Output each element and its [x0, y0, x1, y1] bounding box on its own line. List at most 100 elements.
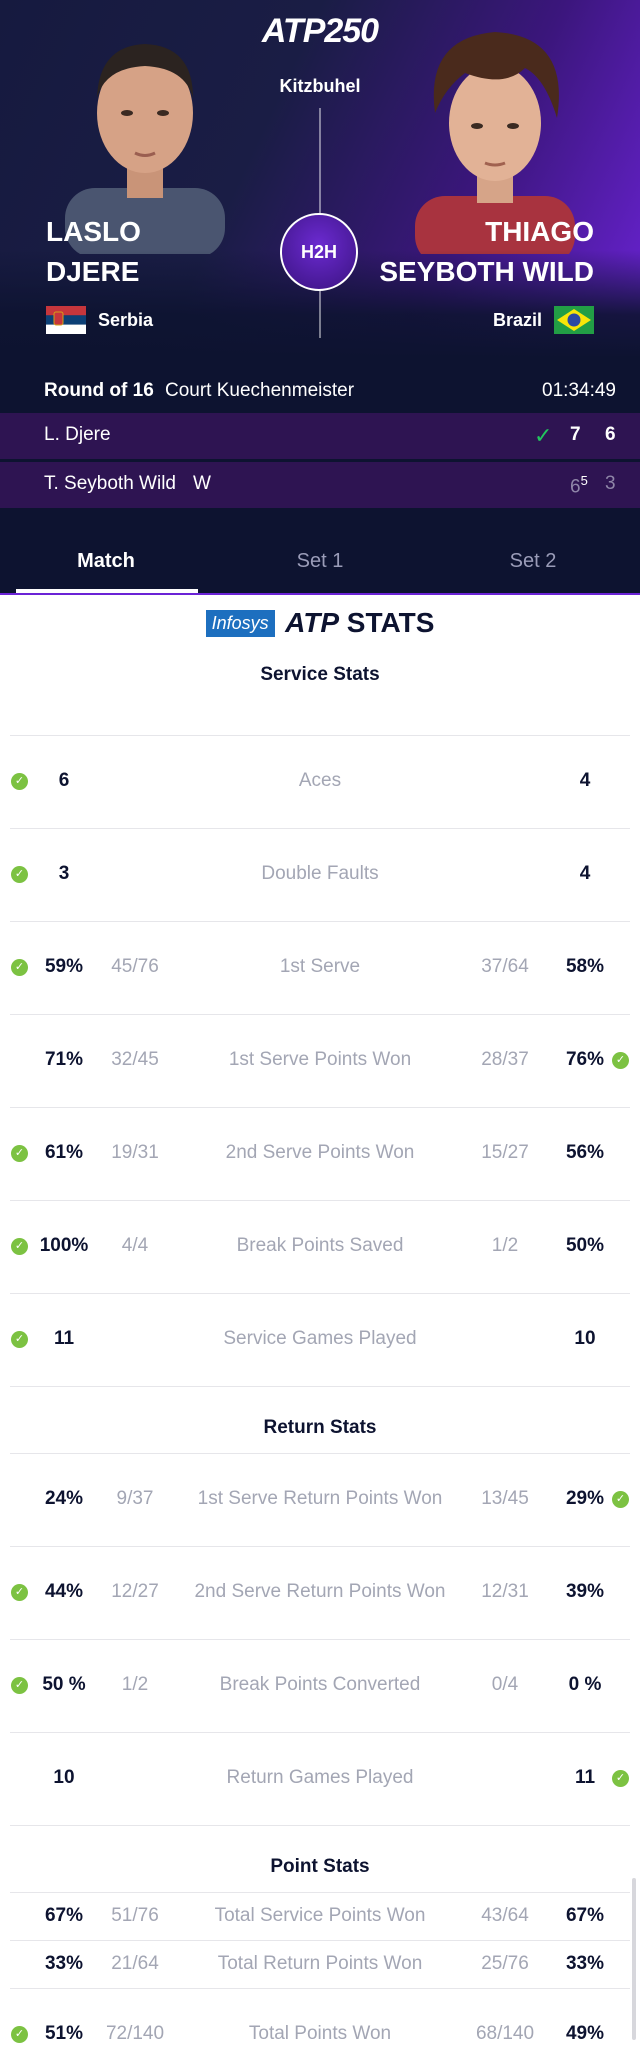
leader-check-icon: ✓ — [11, 1238, 28, 1255]
right-sub-value: 15/27 — [481, 1142, 529, 1163]
left-sub-value: 21/64 — [111, 1952, 159, 1974]
stat-label: 2nd Serve Return Points Won — [194, 1581, 446, 1602]
leader-check-icon: ✓ — [11, 866, 28, 883]
atp250-logo: ATP250 — [261, 12, 379, 50]
leader-check-icon: ✓ — [11, 1145, 28, 1162]
right-value: 67% — [565, 1904, 605, 1926]
stat-row[interactable]: 6 Aces 4 ✓ — [0, 735, 640, 828]
left-value: 10 — [53, 1767, 75, 1788]
left-value: 67% — [44, 1904, 84, 1926]
stat-row[interactable]: 11 Service Games Played 10 ✓ — [0, 1293, 640, 1386]
stat-label: Return Games Played — [226, 1767, 414, 1788]
left-sub-value: 12/27 — [111, 1581, 159, 1602]
leader-check-icon: ✓ — [11, 1677, 28, 1694]
section-title-points: Point Stats — [270, 1856, 370, 1877]
left-value: 24% — [44, 1488, 84, 1509]
right-value: 58% — [565, 956, 605, 977]
left-value: 61% — [44, 1142, 84, 1163]
stat-label: Break Points Saved — [236, 1235, 404, 1256]
tabs-divider — [0, 593, 640, 595]
right-sub-value: 28/37 — [481, 1049, 529, 1070]
infosys-atp-stats-logo: Infosys ATP STATS — [0, 607, 640, 641]
stat-row[interactable]: 44% 12/27 2nd Serve Return Points Won 12/31… — [0, 1546, 640, 1639]
stat-label: 2nd Serve Points Won — [225, 1142, 415, 1163]
row-divider — [10, 1825, 630, 1826]
stat-row[interactable]: 67% 51/76 Total Service Points Won 43/64 67% — [0, 1892, 640, 1940]
scrollbar[interactable] — [632, 1878, 636, 2040]
set1-score: 65 — [570, 473, 588, 498]
serbia-flag-icon — [46, 306, 86, 334]
stat-row[interactable]: 10 Return Games Played 11 ✓ — [0, 1732, 640, 1825]
stat-label: 1st Serve — [279, 956, 361, 977]
player1-country: Serbia — [98, 310, 154, 330]
row-divider — [10, 1386, 630, 1387]
right-value: 56% — [565, 1142, 605, 1163]
match-page: { "header": { "logo": "ATP250", "tournam… — [0, 0, 640, 2048]
stat-label: Service Games Played — [223, 1328, 417, 1349]
set1-score: 7 — [570, 424, 581, 445]
match-info-row: Round of 16 Court Kuechenmeister 01:34:4… — [0, 372, 640, 412]
atp-stats-logo: ATP STATS — [285, 607, 435, 638]
stat-row[interactable]: 3 Double Faults 4 ✓ — [0, 828, 640, 921]
stat-row[interactable]: 71% 32/45 1st Serve Points Won 28/37 76% ✓ — [0, 1014, 640, 1107]
left-sub-value: 45/76 — [111, 956, 159, 977]
right-value: 39% — [565, 1581, 605, 1602]
left-sub-value: 32/45 — [111, 1049, 159, 1070]
court-label: Court Kuechenmeister — [165, 380, 355, 401]
stat-row[interactable]: 59% 45/76 1st Serve 37/64 58% ✓ — [0, 921, 640, 1014]
h2h-button[interactable]: H2H — [280, 213, 358, 291]
stat-label: Double Faults — [261, 863, 379, 884]
leader-check-icon: ✓ — [11, 773, 28, 790]
stat-row[interactable]: 51% 72/140 Total Points Won 68/140 49% ✓ — [0, 1988, 640, 2048]
tiebreak-score: 5 — [580, 473, 588, 488]
left-value: 3 — [58, 863, 70, 884]
right-value: 4 — [579, 770, 591, 791]
scoreboard-row-player1[interactable]: L. Djere ✓ 7 6 — [0, 413, 640, 459]
infosys-logo: Infosys — [205, 609, 275, 637]
right-sub-value: 68/140 — [475, 2023, 535, 2044]
left-sub-value: 72/140 — [105, 2023, 165, 2044]
stat-label: Total Service Points Won — [214, 1904, 426, 1926]
left-sub-value: 19/31 — [111, 1142, 159, 1163]
stat-label: Total Points Won — [248, 2023, 392, 2044]
stat-row[interactable]: 100% 4/4 Break Points Saved 1/2 50% ✓ — [0, 1200, 640, 1293]
player1-last-name[interactable]: DJERE — [46, 253, 139, 291]
stat-label: 1st Serve Points Won — [228, 1049, 412, 1070]
left-value: 11 — [53, 1328, 75, 1349]
stat-row[interactable]: 24% 9/37 1st Serve Return Points Won 13/45 2… — [0, 1453, 640, 1546]
player2-first-name[interactable]: THIAGO — [485, 213, 594, 251]
right-value: 33% — [565, 1952, 605, 1974]
tab-set-1[interactable]: Set 1 — [240, 550, 400, 573]
right-sub-value: 13/45 — [481, 1488, 529, 1509]
left-sub-value: 9/37 — [116, 1488, 154, 1509]
right-sub-value: 0/4 — [491, 1674, 519, 1695]
right-sub-value: 12/31 — [481, 1581, 529, 1602]
stat-row[interactable]: 61% 19/31 2nd Serve Points Won 15/27 56% ✓ — [0, 1107, 640, 1200]
stat-row[interactable]: 33% 21/64 Total Return Points Won 25/76 33% — [0, 1940, 640, 1988]
scoreboard-player-name: T. Seyboth Wild — [44, 473, 176, 494]
right-value: 29% — [565, 1488, 605, 1509]
leader-check-icon: ✓ — [11, 1331, 28, 1348]
left-value: 6 — [58, 770, 70, 791]
tab-match[interactable]: Match — [26, 550, 186, 573]
stat-row[interactable]: 50 % 1/2 Break Points Converted 0/4 0 % ✓ — [0, 1639, 640, 1732]
player1-first-name[interactable]: LASLO — [46, 213, 141, 251]
tournament-name: Kitzbuhel — [279, 76, 361, 96]
left-value: 51% — [44, 2023, 84, 2044]
section-title-service: Service Stats — [260, 664, 380, 685]
stat-label: 1st Serve Return Points Won — [197, 1488, 443, 1509]
leader-check-icon: ✓ — [11, 1584, 28, 1601]
leader-check-icon: ✓ — [612, 1491, 629, 1508]
tab-set-2[interactable]: Set 2 — [453, 550, 613, 573]
scoreboard-row-player2[interactable]: T. Seyboth Wild W 65 3 — [0, 462, 640, 508]
left-sub-value: 4/4 — [121, 1235, 149, 1256]
brazil-flag-icon — [554, 306, 594, 334]
right-value: 49% — [565, 2023, 605, 2044]
section-title-return: Return Stats — [263, 1417, 377, 1438]
wildcard-badge: W — [193, 473, 211, 494]
player2-last-name[interactable]: SEYBOTH WILD — [379, 253, 594, 291]
set2-score: 6 — [605, 424, 616, 445]
right-sub-value: 1/2 — [491, 1235, 519, 1256]
leader-check-icon: ✓ — [11, 959, 28, 976]
stats-tabs: Match Set 1 Set 2 — [0, 530, 640, 595]
